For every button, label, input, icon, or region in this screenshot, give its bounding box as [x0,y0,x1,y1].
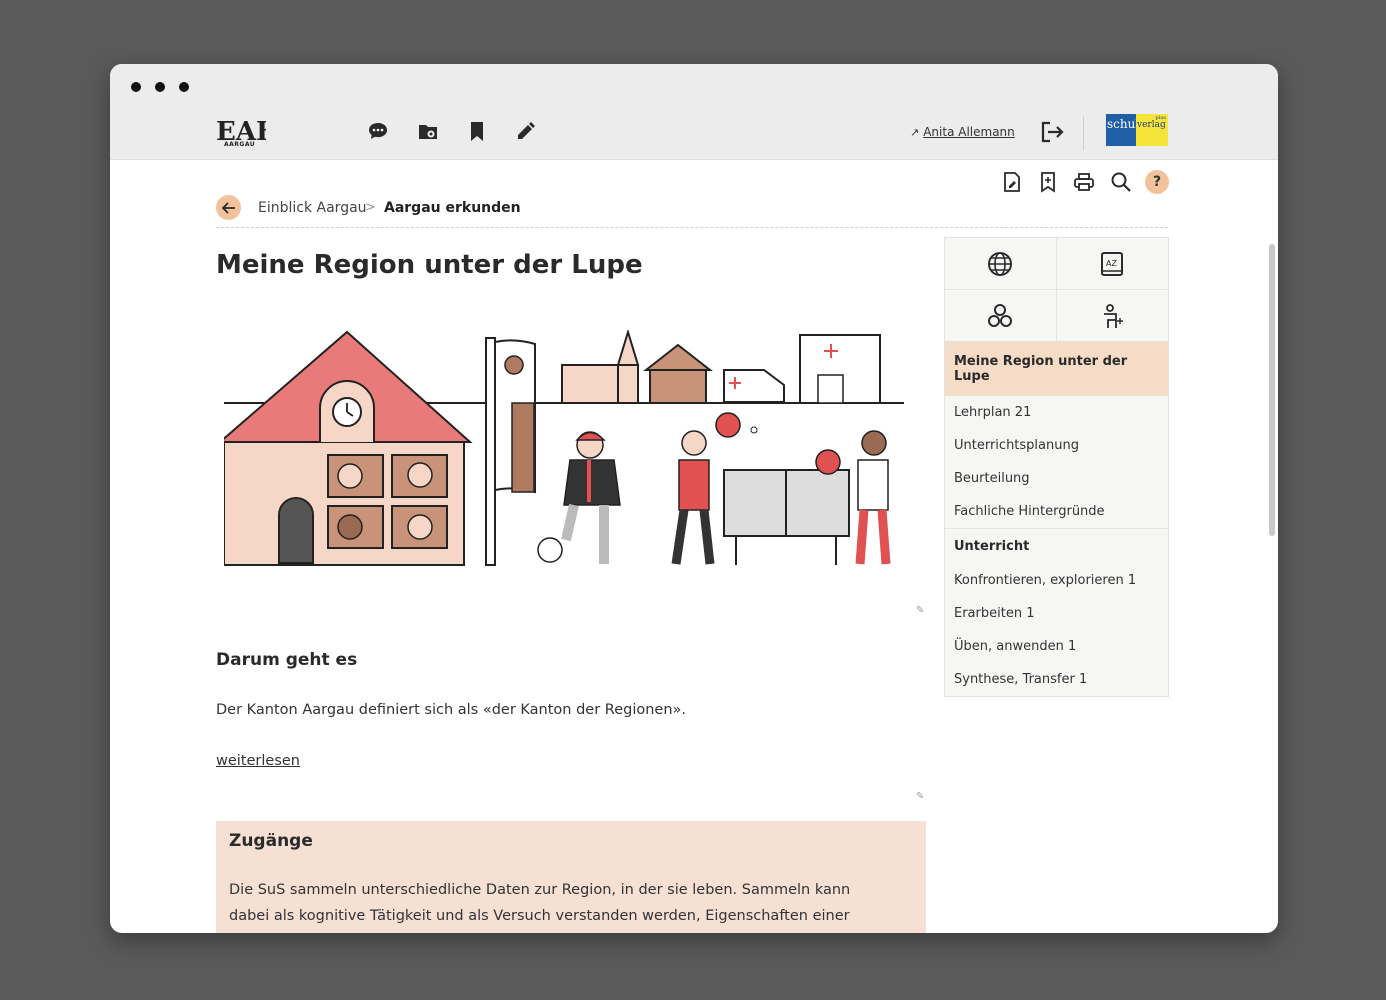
print-icon[interactable] [1072,170,1096,194]
window-dot[interactable] [131,82,141,92]
sidebar-item-synthese[interactable]: Synthese, Transfer 1 [945,663,1168,696]
back-button[interactable] [216,195,241,220]
sidebar-item-hintergruende[interactable]: Fachliche Hintergründe [945,495,1168,528]
globe-icon[interactable] [945,238,1057,290]
window-dot[interactable] [155,82,165,92]
pencil-icon[interactable] [513,118,539,144]
user-profile-link[interactable]: ↗ Anita Allemann [910,125,1015,139]
publisher-text-verlag: verlag [1137,120,1166,130]
section-heading: Darum geht es [216,650,358,670]
help-button[interactable]: ? [1145,170,1169,194]
sidebar-group-label: Unterricht [945,528,1168,564]
page-title: Meine Region unter der Lupe [216,250,643,280]
logo-subtext: AARGAU [224,141,256,148]
sidebar-item-konfrontieren[interactable]: Konfrontieren, explorieren 1 [945,564,1168,597]
read-more-link[interactable]: weiterlesen [216,753,300,769]
window-dot[interactable] [179,82,189,92]
bookmark-icon[interactable] [464,118,490,144]
arrow-left-icon [221,201,235,214]
sidebar-panel: AZ Meine Region unter der Lupe Lehrplan … [944,237,1169,697]
sidebar-item-erarbeiten[interactable]: Erarbeiten 1 [945,597,1168,630]
folder-gear-icon[interactable] [415,118,441,144]
publisher-yellow: verlag plus [1136,114,1168,146]
header-divider [1083,116,1084,150]
scrollbar[interactable] [1269,244,1275,536]
region-illustration [224,330,904,566]
logout-icon[interactable] [1038,118,1066,146]
document-edit-icon[interactable] [1000,170,1024,194]
zugaenge-box: Zugänge Die SuS sammeln unterschiedliche… [216,821,926,933]
window-titlebar [110,64,1278,108]
main-content: ? Einblick Aargau > Aargau erkunden Mein… [110,160,1278,933]
breadcrumb-current: Aargau erkunden [384,200,521,216]
breadcrumb-separator: > [365,200,376,215]
browser-window: EAB AARGAU ↗Anita Allemann schul verlagp… [110,64,1278,933]
teacher-icon[interactable] [1056,290,1168,342]
breadcrumb-item[interactable]: Einblick Aargau [258,200,367,216]
divider [216,227,1168,228]
schulverlag-logo[interactable]: schul verlag plus [1106,114,1168,146]
svg-text:AZ: AZ [1106,259,1117,268]
arrow-up-right-icon: ↗ [910,126,920,139]
circles-icon[interactable] [945,290,1057,342]
chat-icon[interactable] [365,118,391,144]
zugaenge-text: Die SuS sammeln unterschiedliche Daten z… [229,882,851,924]
app-header: EAB AARGAU ↗Anita Allemann schul verlagp… [110,108,1278,160]
edit-pencil-icon[interactable]: ✎ [916,791,924,802]
publisher-text-schul: schul [1106,114,1139,146]
sidebar-item-lehrplan[interactable]: Lehrplan 21 [945,396,1168,429]
edit-pencil-icon[interactable]: ✎ [916,605,924,616]
sidebar-item-ueben[interactable]: Üben, anwenden 1 [945,630,1168,663]
zugaenge-heading: Zugänge [229,831,313,851]
sidebar-item-unterrichtsplanung[interactable]: Unterrichtsplanung [945,429,1168,462]
publisher-text-plus: plus [1155,115,1166,121]
bookmark-add-icon[interactable] [1036,170,1060,194]
dictionary-icon[interactable]: AZ [1056,238,1168,290]
intro-text: Der Kanton Aargau definiert sich als «de… [216,702,687,718]
user-name: Anita Allemann [923,125,1015,139]
sidebar-item-beurteilung[interactable]: Beurteilung [945,462,1168,495]
sidebar-item-active[interactable]: Meine Region unter der Lupe [945,342,1168,396]
search-icon[interactable] [1109,170,1133,194]
sidebar-icon-grid: AZ [945,238,1168,342]
